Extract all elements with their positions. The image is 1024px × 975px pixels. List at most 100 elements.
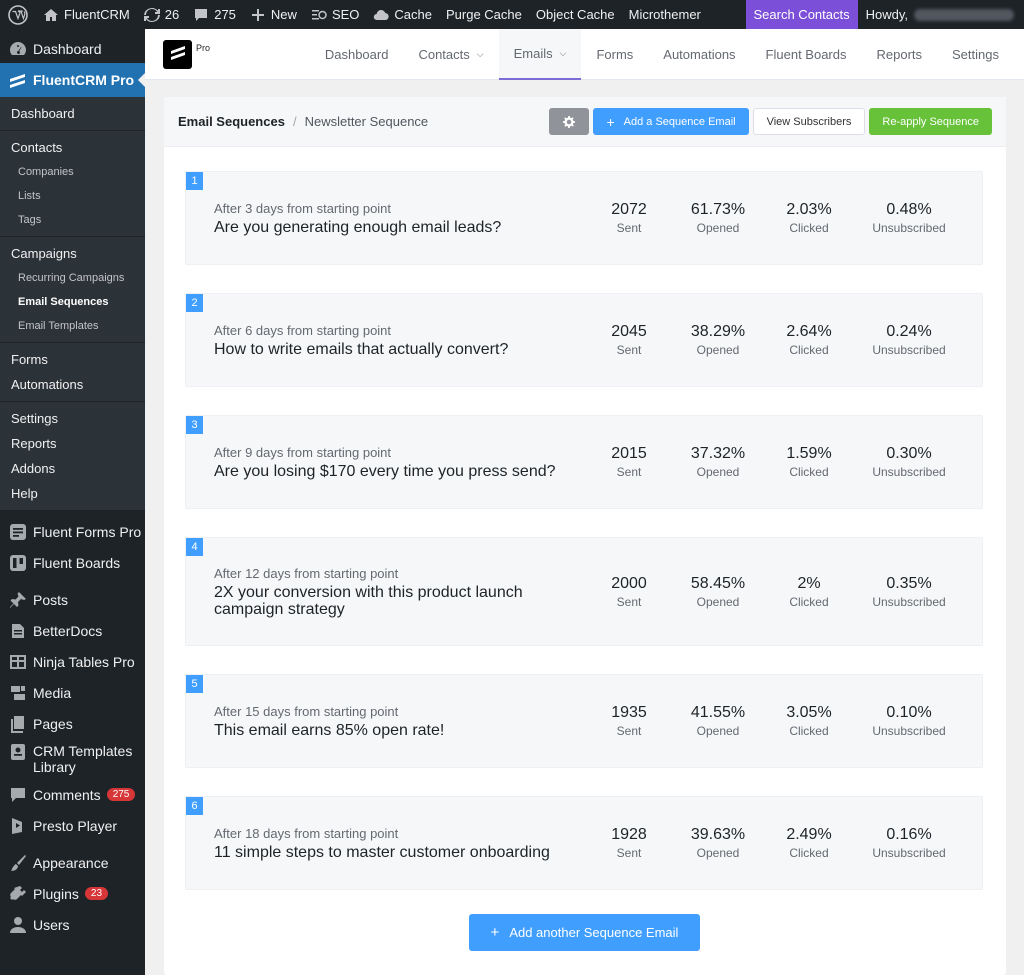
sequence-subject[interactable]: 2X your conversion with this product lau… (214, 584, 554, 618)
seo-link[interactable]: SEO (304, 0, 366, 29)
nav-forms[interactable]: Forms (581, 29, 648, 80)
header-actions: + Add a Sequence Email View Subscribers … (549, 108, 992, 135)
sequence-subject[interactable]: How to write emails that actually conver… (214, 341, 581, 358)
submenu-contacts[interactable]: Contacts (0, 135, 145, 160)
sequence-email-card[interactable]: 4 After 12 days from starting point 2X y… (185, 537, 983, 646)
nav-emails[interactable]: Emails ⌵ (498, 28, 582, 80)
submenu-tags[interactable]: Tags (0, 208, 145, 232)
submenu-email-sequences[interactable]: Email Sequences (0, 290, 145, 314)
fluentcrm-logo[interactable] (163, 39, 192, 69)
nav-dashboard[interactable]: Dashboard (310, 29, 404, 80)
view-subscribers-button[interactable]: View Subscribers (752, 108, 866, 135)
reapply-sequence-button[interactable]: Re-apply Sequence (869, 108, 992, 135)
nav-contacts[interactable]: Contacts ⌵ (403, 29, 498, 80)
media-icon (9, 684, 27, 702)
sequence-subject[interactable]: This email earns 85% open rate! (214, 722, 581, 739)
stat-unsubscribed-value: 0.48% (886, 201, 932, 218)
submenu-email-templates[interactable]: Email Templates (0, 314, 145, 338)
stat-unsubscribed-label: Unsubscribed (872, 724, 946, 738)
button-label: Add a Sequence Email (623, 115, 736, 128)
microthemer-link[interactable]: Microthemer (622, 0, 708, 29)
sequence-stats: 2000 Sent 58.45% Opened 2% Clicked 0.35% Uns… (581, 575, 982, 609)
sidebar-label: Comments (33, 786, 101, 803)
plus-icon: + (606, 113, 615, 130)
stat-unsubscribed-label: Unsubscribed (872, 465, 946, 479)
stat-clicked-value: 2.64% (786, 323, 832, 340)
sequence-number: 6 (186, 797, 203, 815)
submenu-dashboard[interactable]: Dashboard (0, 101, 145, 126)
submenu-automations[interactable]: Automations (0, 372, 145, 397)
stat-opened-label: Opened (696, 343, 740, 357)
submenu-forms[interactable]: Forms (0, 347, 145, 372)
submenu-settings[interactable]: Settings (0, 406, 145, 431)
new-content-link[interactable]: New (243, 0, 304, 29)
nav-automations[interactable]: Automations (648, 29, 750, 80)
sidebar-item-media[interactable]: Media (0, 677, 145, 708)
site-name-link[interactable]: FluentCRM (36, 0, 137, 29)
sidebar-item-dashboard[interactable]: Dashboard (0, 35, 145, 63)
submenu-addons[interactable]: Addons (0, 456, 145, 481)
search-contacts-button[interactable]: Search Contacts (745, 0, 858, 29)
sidebar-item-fluentcrm[interactable]: FluentCRM Pro (0, 63, 145, 97)
submenu-help[interactable]: Help (0, 481, 145, 506)
wordpress-logo-icon[interactable] (0, 0, 36, 29)
sequence-delay: After 18 days from starting point (214, 825, 399, 841)
betterdocs-icon (9, 622, 27, 640)
fluent-forms-icon (9, 523, 27, 541)
sidebar-item-plugins[interactable]: Plugins 23 (0, 878, 145, 909)
sidebar-item-crm-templates[interactable]: CRM Templates Library (0, 739, 145, 779)
submenu-lists[interactable]: Lists (0, 184, 145, 208)
sidebar-item-users[interactable]: Users (0, 909, 145, 940)
sequence-subject[interactable]: Are you generating enough email leads? (214, 219, 581, 236)
settings-button[interactable] (549, 108, 590, 135)
sidebar-item-ninja-tables[interactable]: Ninja Tables Pro (0, 646, 145, 677)
sidebar-item-appearance[interactable]: Appearance (0, 847, 145, 878)
sidebar-label: Users (33, 916, 70, 933)
submenu-recurring-campaigns[interactable]: Recurring Campaigns (0, 266, 145, 290)
sequence-subject[interactable]: 11 simple steps to master customer onboa… (214, 844, 581, 861)
new-label: New (270, 7, 297, 22)
sidebar-item-betterdocs[interactable]: BetterDocs (0, 615, 145, 646)
sequence-subject[interactable]: Are you losing $170 every time you press… (214, 463, 581, 480)
nav-fluent-boards[interactable]: Fluent Boards (751, 29, 862, 80)
add-another-sequence-email-button[interactable]: + Add another Sequence Email (469, 914, 700, 951)
site-name: FluentCRM (64, 7, 130, 22)
sequence-email-card[interactable]: 2 After 6 days from starting point How t… (185, 293, 983, 387)
sidebar-label-line2: Library (33, 759, 76, 775)
cache-link[interactable]: Cache (366, 0, 439, 29)
comments-link[interactable]: 275 (186, 0, 243, 29)
add-sequence-email-button[interactable]: + Add a Sequence Email (593, 108, 749, 135)
sequence-email-card[interactable]: 3 After 9 days from starting point Are y… (185, 415, 983, 509)
user-account-menu[interactable]: Howdy, (858, 0, 1024, 29)
pushpin-icon (9, 591, 27, 609)
submenu-campaigns[interactable]: Campaigns (0, 241, 145, 266)
sidebar-item-pages[interactable]: Pages (0, 708, 145, 739)
submenu-companies[interactable]: Companies (0, 160, 145, 184)
refresh-icon (143, 7, 160, 22)
sidebar-label: Pages (33, 715, 73, 732)
submenu-reports[interactable]: Reports (0, 431, 145, 456)
sequence-number: 2 (186, 294, 203, 312)
nav-label: Settings (952, 46, 999, 62)
sidebar-item-comments[interactable]: Comments 275 (0, 779, 145, 810)
nav-reports[interactable]: Reports (861, 29, 937, 80)
purge-cache-link[interactable]: Purge Cache (439, 0, 529, 29)
updates-link[interactable]: 26 (137, 0, 186, 29)
search-contacts-label: Search Contacts (753, 7, 850, 22)
sequence-delay: After 15 days from starting point (214, 703, 399, 719)
sequence-email-card[interactable]: 1 After 3 days from starting point Are y… (185, 171, 983, 265)
stat-sent-label: Sent (616, 221, 642, 235)
sequence-email-card[interactable]: 5 After 15 days from starting point This… (185, 674, 983, 768)
nav-links: Dashboard Contacts ⌵ Emails ⌵ Forms Automa… (310, 28, 1014, 80)
sequence-stats: 2015 Sent 37.32% Opened 1.59% Clicked 0.30%… (581, 445, 982, 479)
object-cache-link[interactable]: Object Cache (529, 0, 622, 29)
sidebar-item-posts[interactable]: Posts (0, 584, 145, 615)
sidebar-item-fluent-boards[interactable]: Fluent Boards (0, 547, 145, 578)
sidebar-item-fluent-forms[interactable]: Fluent Forms Pro (0, 516, 145, 547)
breadcrumb-email-sequences[interactable]: Email Sequences (178, 114, 285, 129)
nav-settings[interactable]: Settings (937, 29, 1014, 80)
sequence-email-card[interactable]: 6 After 18 days from starting point 11 s… (185, 796, 983, 890)
paintbrush-icon (9, 854, 27, 872)
sidebar-item-presto-player[interactable]: Presto Player (0, 810, 145, 841)
stat-sent-value: 2072 (611, 201, 647, 218)
